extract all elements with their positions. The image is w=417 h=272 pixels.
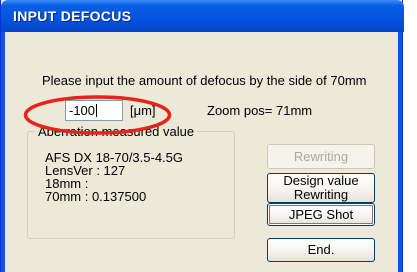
aberration-info: AFS DX 18-70/3.5-4.5G LensVer : 127 18mm… [45,151,183,203]
design-value-rewriting-button[interactable]: Design value Rewriting [267,173,375,203]
design-label-line-1: Design value [283,173,359,188]
defocus-input-value: -100 [69,103,96,118]
input-defocus-dialog: INPUT DEFOCUS Please input the amount of… [0,0,404,272]
title-bar[interactable]: INPUT DEFOCUS [1,0,404,32]
rewriting-button[interactable]: Rewriting [267,144,375,169]
zoom-position-label: Zoom pos= 71mm [207,103,313,118]
defocus-input[interactable]: -100 [65,100,123,121]
jpeg-shot-button[interactable]: JPEG Shot [267,203,375,226]
aberration-group-legend: Aberration measured value [35,124,198,139]
defocus-unit-label: [μm] [130,103,156,118]
end-button[interactable]: End. [267,238,375,262]
window-frame-left [1,32,5,272]
aberration-70mm: 70mm : 0.137500 [45,189,147,204]
text-caret [96,104,98,117]
design-value-rewriting-label: Design value Rewriting [283,174,358,202]
design-label-line-2: Rewriting [293,187,349,202]
window-frame-right [398,32,402,272]
window-title: INPUT DEFOCUS [13,8,132,24]
defocus-prompt: Please input the amount of defocus by th… [42,73,367,88]
